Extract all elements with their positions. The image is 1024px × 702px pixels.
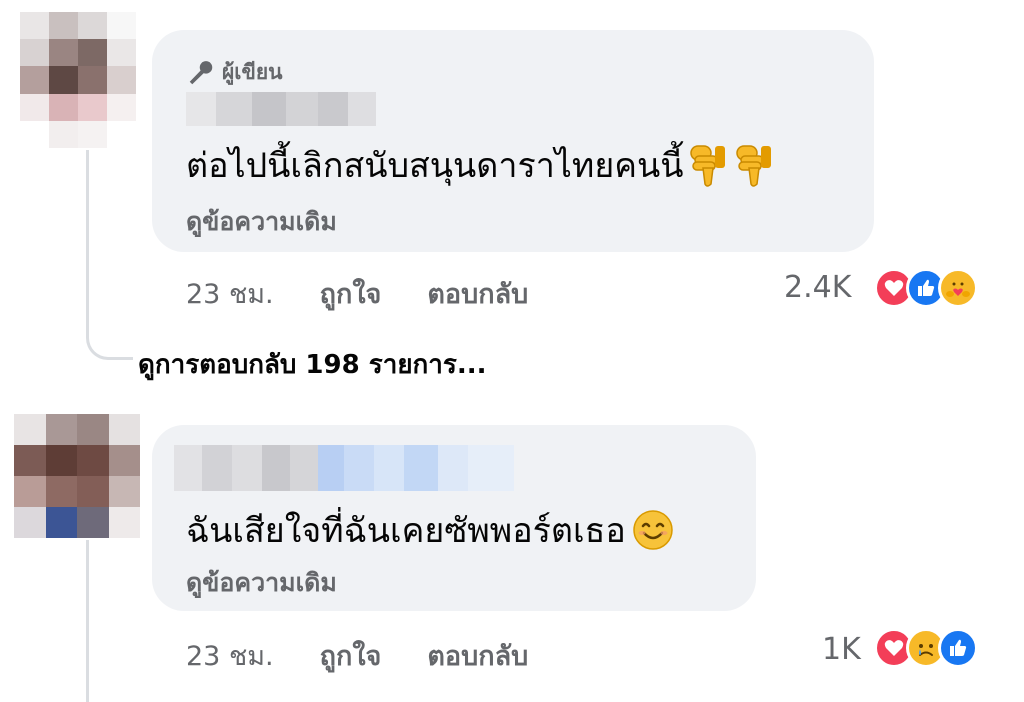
- view-replies-link[interactable]: ดูการตอบกลับ 198 รายการ...: [138, 344, 487, 385]
- commenter-name-blurred[interactable]: [186, 92, 376, 126]
- like-icon: [938, 628, 978, 668]
- thumbs-down-icon: [690, 145, 726, 187]
- reaction-summary[interactable]: [874, 628, 978, 668]
- reply-button[interactable]: ตอบกลับ: [427, 634, 528, 677]
- thread-connector: [86, 305, 133, 360]
- comment-actions: 23 ชม. ถูกใจ ตอบกลับ: [186, 272, 528, 315]
- comment-bubble[interactable]: ฉันเสียใจที่ฉันเคยซัพพอร์ตเธอ ดูข้อความเ…: [152, 425, 756, 611]
- care-icon: [938, 268, 978, 308]
- comment-timestamp[interactable]: 23 ชม.: [186, 634, 274, 677]
- reaction-count[interactable]: 1K: [822, 632, 861, 667]
- thread-line: [86, 540, 89, 702]
- avatar-blurred[interactable]: [14, 414, 140, 538]
- comment-text-content: ฉันเสียใจที่ฉันเคยซัพพอร์ตเธอ: [186, 511, 626, 551]
- like-button[interactable]: ถูกใจ: [320, 634, 382, 677]
- comment-timestamp[interactable]: 23 ชม.: [186, 272, 274, 315]
- comment-text: ต่อไปนี้เลิกสนับสนุนดาราไทยคนนี้: [186, 138, 775, 192]
- author-badge: ผู้เขียน: [186, 56, 283, 89]
- comment-text: ฉันเสียใจที่ฉันเคยซัพพอร์ตเธอ: [186, 503, 674, 557]
- thread-line: [86, 150, 89, 310]
- microphone-icon: [189, 60, 213, 84]
- reply-button[interactable]: ตอบกลับ: [427, 272, 528, 315]
- avatar-blurred[interactable]: [20, 12, 136, 148]
- thumbs-down-icon: [736, 145, 772, 187]
- smiling-face-icon: [633, 510, 673, 550]
- comment-text-content: ต่อไปนี้เลิกสนับสนุนดาราไทยคนนี้: [186, 146, 684, 186]
- see-original-link[interactable]: ดูข้อความเดิม: [186, 202, 337, 242]
- author-badge-label: ผู้เขียน: [222, 60, 283, 84]
- commenter-name-blurred[interactable]: [174, 445, 514, 491]
- like-button[interactable]: ถูกใจ: [320, 272, 382, 315]
- see-original-link[interactable]: ดูข้อความเดิม: [186, 563, 337, 603]
- reaction-summary[interactable]: [874, 268, 978, 308]
- comment-bubble[interactable]: ผู้เขียน ต่อไปนี้เลิกสนับสนุนดาราไทยคนนี…: [152, 30, 874, 252]
- comment-actions: 23 ชม. ถูกใจ ตอบกลับ: [186, 634, 528, 677]
- reaction-count[interactable]: 2.4K: [784, 270, 851, 305]
